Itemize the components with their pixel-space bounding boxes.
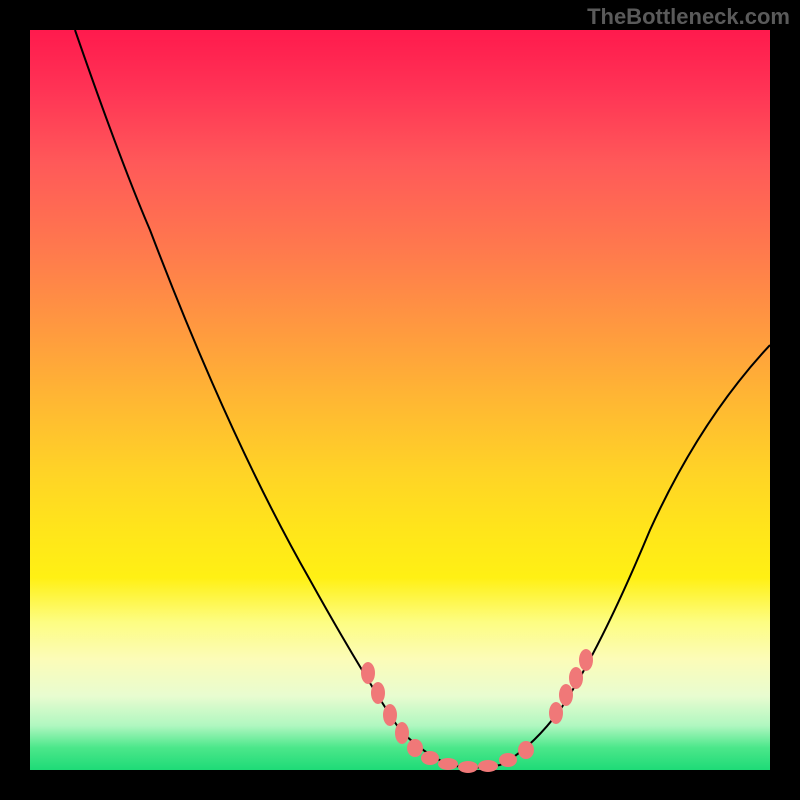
watermark-text: TheBottleneck.com [587, 4, 790, 30]
curve-marker [478, 760, 498, 772]
curve-marker [421, 751, 439, 765]
curve-marker [569, 667, 583, 689]
curve-svg [30, 30, 770, 770]
curve-marker [458, 761, 478, 773]
curve-marker [518, 741, 534, 759]
curve-marker [361, 662, 375, 684]
curve-marker [499, 753, 517, 767]
curve-marker [395, 722, 409, 744]
curve-marker [371, 682, 385, 704]
bottleneck-curve [75, 30, 770, 768]
plot-area [30, 30, 770, 770]
curve-marker [549, 702, 563, 724]
curve-marker [383, 704, 397, 726]
curve-marker [579, 649, 593, 671]
curve-marker [559, 684, 573, 706]
curve-marker [438, 758, 458, 770]
curve-marker [407, 739, 423, 757]
